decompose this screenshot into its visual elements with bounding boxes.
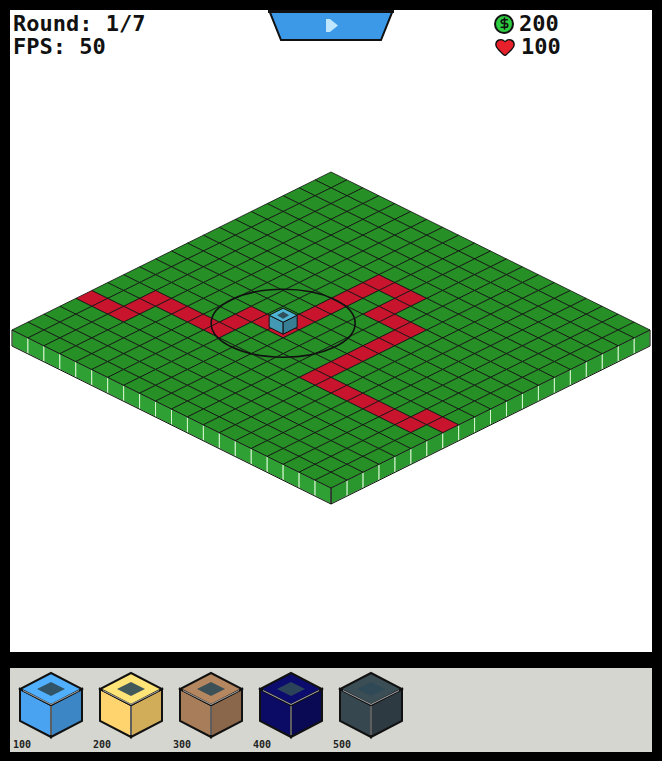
- hud-right: 200100: [494, 12, 561, 58]
- fps-label: FPS: 50: [13, 35, 145, 58]
- shop-item[interactable]: 500: [333, 671, 405, 751]
- play-button[interactable]: [268, 10, 394, 42]
- tower-cube-icon: [98, 671, 164, 739]
- shop-item[interactable]: 300: [173, 671, 245, 751]
- price-label: 100: [13, 739, 31, 751]
- grass-tile[interactable]: [315, 472, 347, 488]
- shop-item[interactable]: 100: [13, 671, 85, 751]
- range-circle: [211, 289, 355, 357]
- tower[interactable]: [211, 289, 355, 357]
- price-label: 400: [253, 739, 271, 751]
- game-stage: Round: 1/7FPS: 50 200100: [10, 10, 652, 652]
- tower-cube-icon: [338, 671, 404, 739]
- tower-shop: 100 200 300 400 500: [10, 668, 652, 752]
- heart-icon: [494, 36, 516, 58]
- play-icon: [326, 19, 338, 32]
- tower-cube-icon: [178, 671, 244, 739]
- price-label: 500: [333, 739, 351, 751]
- price-label: 300: [173, 739, 191, 751]
- round-label: Round: 1/7: [13, 12, 145, 35]
- tower-cube-icon: [258, 671, 324, 739]
- game-board[interactable]: [10, 10, 652, 652]
- hud-left: Round: 1/7FPS: 50: [13, 12, 145, 58]
- money-stat: 200: [494, 12, 561, 35]
- game-window: Round: 1/7FPS: 50200100100200300400500: [0, 0, 662, 761]
- health-value: 100: [521, 35, 561, 58]
- coin-icon: [494, 14, 514, 34]
- money-value: 200: [519, 12, 559, 35]
- price-label: 200: [93, 739, 111, 751]
- health-stat: 100: [494, 35, 561, 58]
- shop-item[interactable]: 200: [93, 671, 165, 751]
- shop-item[interactable]: 400: [253, 671, 325, 751]
- tower-cube-icon: [18, 671, 84, 739]
